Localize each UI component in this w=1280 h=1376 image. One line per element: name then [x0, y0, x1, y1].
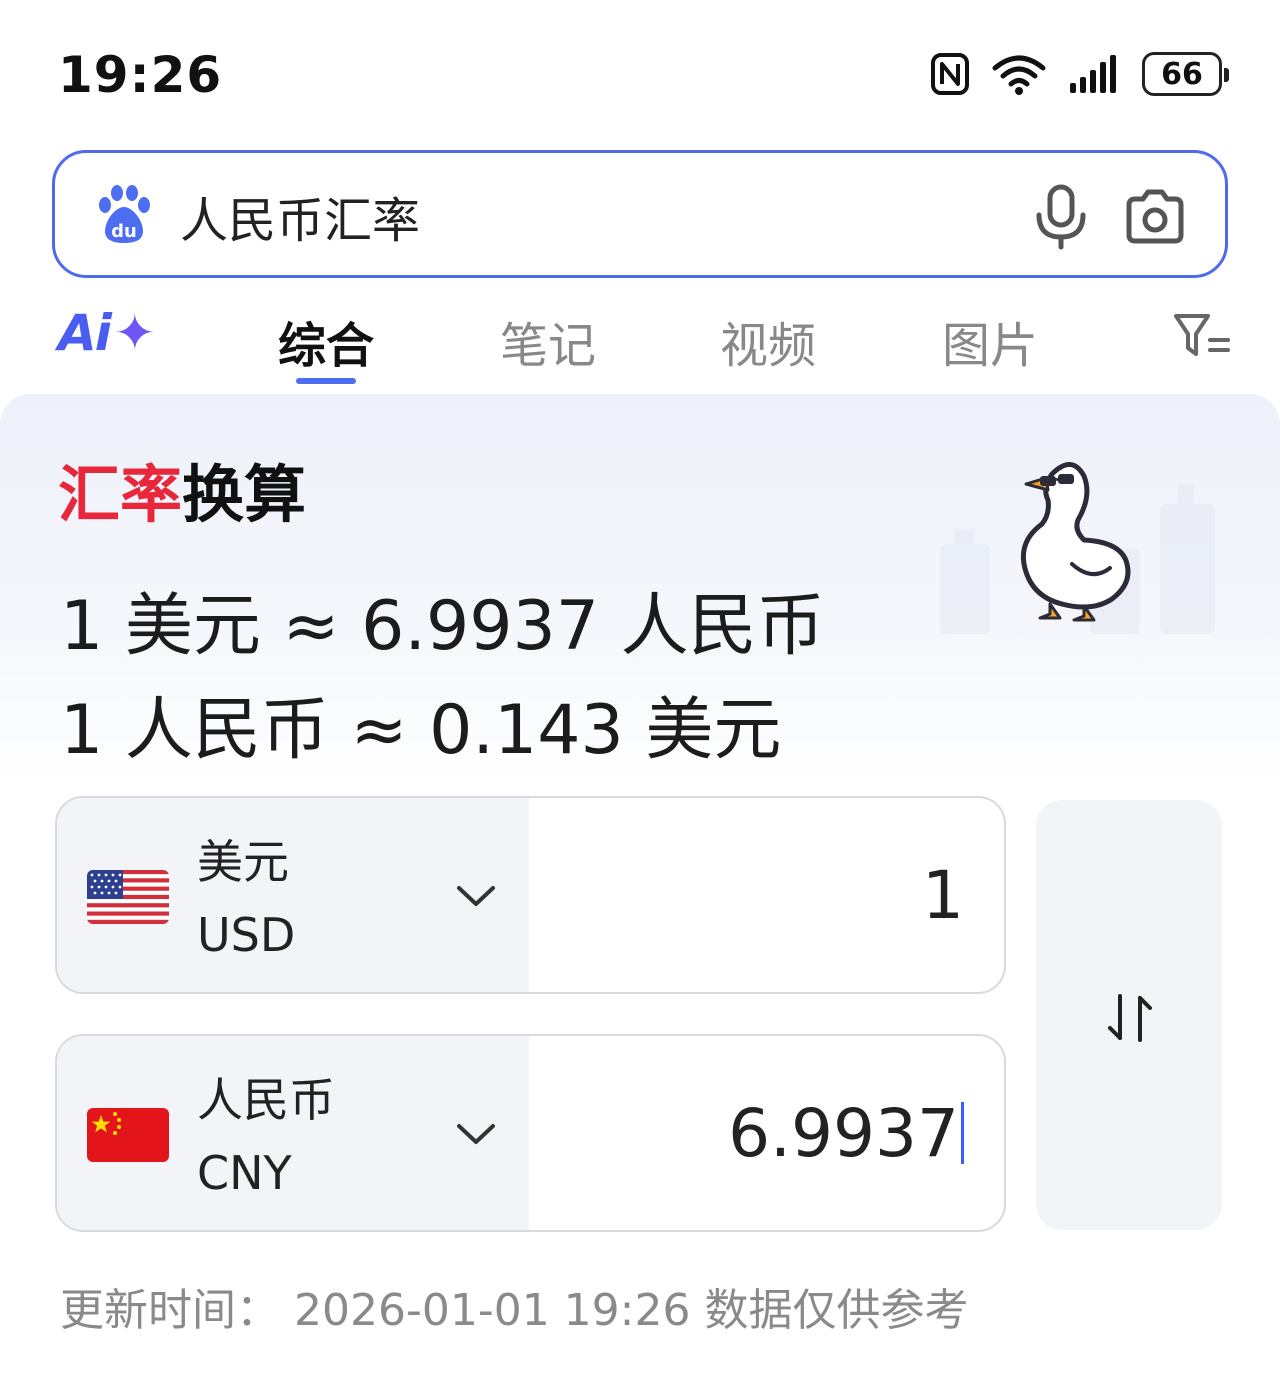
swap-arrows-icon — [1108, 994, 1152, 1042]
sparkle-icon: ✦ — [113, 304, 156, 362]
ai-tab[interactable]: Ai✦ — [58, 304, 156, 362]
battery-icon: 66 — [1142, 52, 1229, 96]
microphone-icon[interactable] — [1031, 183, 1091, 251]
battery-level: 66 — [1161, 56, 1203, 92]
ai-label: Ai — [58, 304, 112, 362]
swap-currency-button[interactable] — [1036, 800, 1222, 1230]
us-flag-icon — [87, 870, 169, 924]
to-currency-name: 人民币 — [197, 1073, 335, 1127]
rate-cny-to-usd: 1 人民币 ≈ 0.143 美元 — [60, 691, 782, 770]
from-amount-input[interactable]: 1 — [922, 798, 964, 992]
wifi-icon — [992, 55, 1046, 95]
search-tabs: Ai✦ 综合 笔记 视频 图片 — [0, 296, 1280, 396]
to-currency-code: CNY — [197, 1146, 292, 1200]
card-title: 汇率换算 — [58, 444, 306, 534]
from-amount-value: 1 — [922, 856, 964, 934]
to-amount-input[interactable]: 6.9937 — [728, 1036, 964, 1230]
exchange-rate-card: 汇率换算 1 美元 ≈ 6.9937 人民币 1 人民币 ≈ 0.143 美元 — [0, 394, 1280, 1376]
from-currency-name: 美元 — [197, 835, 289, 889]
rate-usd-to-cny: 1 美元 ≈ 6.9937 人民币 — [60, 587, 825, 666]
from-currency-code: USD — [197, 908, 296, 962]
signal-icon — [1070, 55, 1116, 93]
baidu-paw-logo: du — [99, 185, 150, 243]
camera-icon[interactable] — [1121, 183, 1189, 251]
status-icons: 66 — [930, 52, 1229, 96]
status-bar: 19:26 66 — [0, 0, 1280, 140]
cn-flag-icon — [87, 1108, 169, 1162]
svg-text:du: du — [111, 221, 137, 242]
text-caret — [961, 1102, 964, 1164]
card-title-rest: 换算 — [182, 458, 307, 531]
duck-mascot-icon — [1020, 462, 1131, 622]
chevron-down-icon — [457, 1124, 495, 1144]
from-currency-row: 美元 USD 1 — [55, 796, 1006, 994]
nfc-icon — [931, 53, 969, 95]
search-bar[interactable]: du — [52, 150, 1228, 278]
chevron-down-icon — [457, 886, 495, 906]
update-time-note: 更新时间： 2026-01-01 19:26 数据仅供参考 — [60, 1285, 969, 1336]
tab-images[interactable]: 图片 — [942, 306, 1038, 376]
status-time: 19:26 — [58, 46, 223, 104]
tab-notes[interactable]: 笔记 — [500, 306, 596, 376]
active-tab-indicator — [296, 378, 356, 384]
to-amount-value: 6.9937 — [728, 1094, 959, 1172]
tab-comprehensive[interactable]: 综合 — [278, 306, 374, 376]
to-currency-select[interactable]: 人民币 CNY — [57, 1036, 529, 1230]
filter-icon[interactable] — [1172, 310, 1232, 362]
search-input[interactable] — [180, 181, 1000, 251]
tab-videos[interactable]: 视频 — [720, 306, 816, 376]
from-currency-select[interactable]: 美元 USD — [57, 798, 529, 992]
to-currency-row: 人民币 CNY 6.9937 — [55, 1034, 1006, 1232]
card-title-highlight: 汇率 — [58, 458, 183, 531]
